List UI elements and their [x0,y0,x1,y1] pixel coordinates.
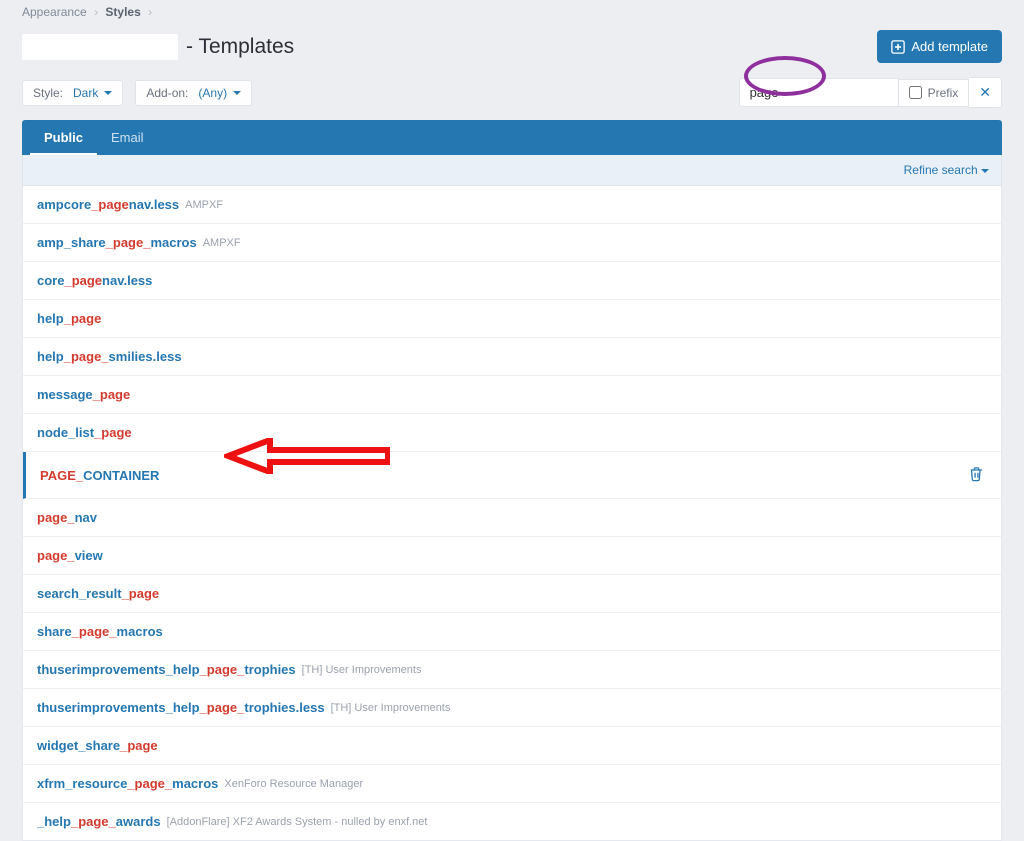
prefix-label: Prefix [928,86,959,100]
caret-down-icon [104,91,112,95]
template-list: ampcore_pagenav.lessAMPXFamp_share_page_… [22,186,1002,841]
template-row[interactable]: xfrm_resource_page_macros XenForo Resourc… [23,765,1001,803]
template-addon-label: [AddonFlare] XF2 Awards System - nulled … [167,816,428,828]
template-name[interactable]: help_page [37,311,101,326]
template-name[interactable]: share_page_macros [37,624,163,639]
template-name[interactable]: help_page_smilies.less [37,349,182,364]
template-row[interactable]: thuserimprovements_help_page_trophies.le… [23,689,1001,727]
prefix-checkbox[interactable]: Prefix [899,79,970,107]
caret-down-icon [981,169,989,173]
style-name-placeholder [22,34,178,60]
template-tabs: Public Email [22,120,1002,155]
template-row[interactable]: help_page [23,300,1001,338]
caret-down-icon [233,91,241,95]
template-row[interactable]: widget_share_page [23,727,1001,765]
template-name[interactable]: page_nav [37,510,97,525]
template-name[interactable]: core_pagenav.less [37,273,152,288]
template-name[interactable]: xfrm_resource_page_macros [37,776,218,791]
breadcrumb-current[interactable]: Styles [105,5,140,19]
template-addon-label: [TH] User Improvements [331,702,451,714]
addon-dropdown-label: Add-on: [146,86,188,100]
clear-search-button[interactable]: ✕ [969,77,1002,108]
template-row[interactable]: amp_share_page_macros AMPXF [23,224,1001,262]
tab-email[interactable]: Email [97,120,158,155]
template-row[interactable]: node_list_page [23,414,1001,452]
template-row[interactable]: search_result_page [23,575,1001,613]
add-template-label: Add template [911,39,988,54]
breadcrumb-root[interactable]: Appearance [22,5,87,19]
chevron-right-icon: › [94,5,98,19]
tab-public[interactable]: Public [30,120,97,155]
close-icon: ✕ [979,84,991,101]
template-name[interactable]: widget_share_page [37,738,158,753]
template-row[interactable]: core_pagenav.less [23,262,1001,300]
template-name[interactable]: thuserimprovements_help_page_trophies.le… [37,700,325,715]
template-addon-label: [TH] User Improvements [302,664,422,676]
template-name[interactable]: thuserimprovements_help_page_trophies [37,662,296,677]
filter-bar: Style: Dark Add-on: (Any) Prefix ✕ [0,77,1024,120]
template-row[interactable]: message_page [23,376,1001,414]
prefix-checkbox-input[interactable] [909,86,922,99]
style-dropdown-label: Style: [33,86,63,100]
template-row[interactable]: share_page_macros [23,613,1001,651]
add-template-button[interactable]: Add template [877,30,1002,63]
template-addon-label: XenForo Resource Manager [224,778,363,790]
trash-icon [968,465,985,482]
page-title: - Templates [186,35,294,59]
refine-bar: Refine search [22,155,1002,186]
template-name[interactable]: PAGE_CONTAINER [40,468,159,483]
template-name[interactable]: node_list_page [37,425,132,440]
template-name[interactable]: message_page [37,387,130,402]
template-addon-label: AMPXF [185,199,223,211]
chevron-right-icon: › [148,5,152,19]
search-input[interactable] [739,78,899,107]
template-addon-label: AMPXF [203,237,241,249]
style-dropdown[interactable]: Style: Dark [22,80,123,106]
addon-dropdown[interactable]: Add-on: (Any) [135,80,252,106]
template-row[interactable]: _help_page_awards [AddonFlare] XF2 Awards… [23,803,1001,840]
template-name[interactable]: amp_share_page_macros [37,235,197,250]
template-row[interactable]: help_page_smilies.less [23,338,1001,376]
template-row[interactable]: PAGE_CONTAINER [23,452,1001,499]
style-dropdown-value: Dark [73,86,98,100]
template-row[interactable]: page_nav [23,499,1001,537]
template-name[interactable]: ampcore_pagenav.less [37,197,179,212]
template-row[interactable]: page_view [23,537,1001,575]
delete-button[interactable] [966,463,987,487]
search-group: Prefix ✕ [739,77,1002,108]
plus-box-icon [891,40,905,54]
template-name[interactable]: _help_page_awards [37,814,161,829]
template-name[interactable]: page_view [37,548,103,563]
addon-dropdown-value: (Any) [198,86,227,100]
template-row[interactable]: thuserimprovements_help_page_trophies [TH… [23,651,1001,689]
template-row[interactable]: ampcore_pagenav.less AMPXF [23,186,1001,224]
breadcrumb: Appearance › Styles › [0,0,1024,24]
page-title-row: - Templates Add template [0,24,1024,77]
template-name[interactable]: search_result_page [37,586,159,601]
refine-search-link[interactable]: Refine search [904,163,989,177]
